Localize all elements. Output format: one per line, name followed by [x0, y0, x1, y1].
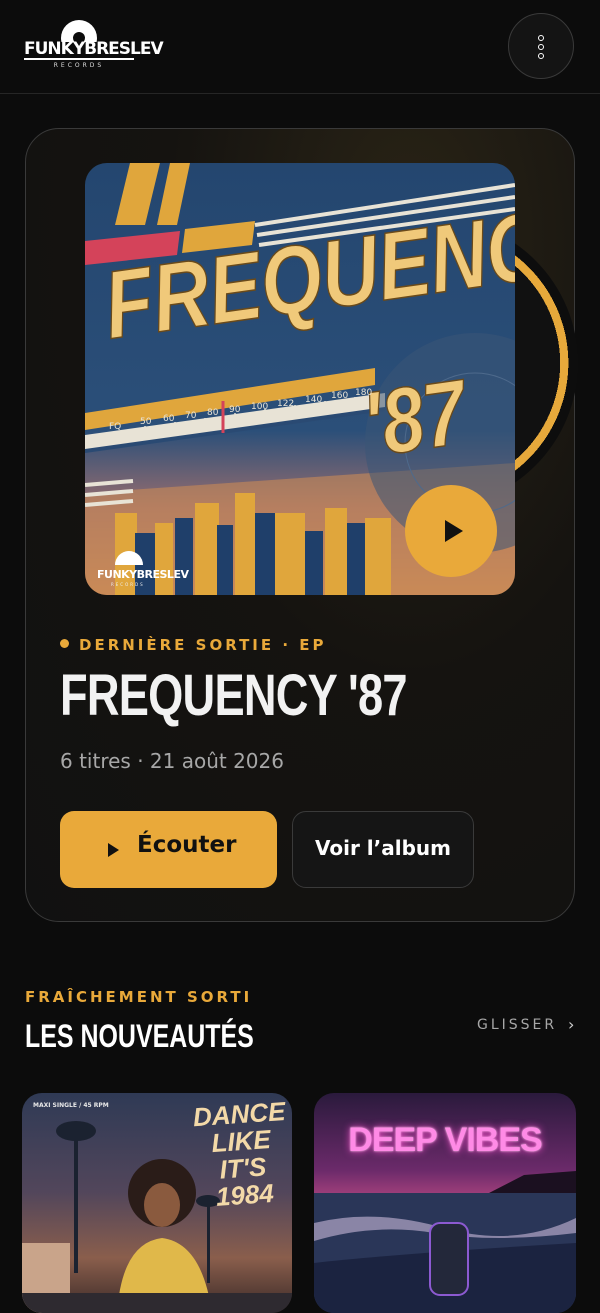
tile-format-label: MAXI SINGLE / 45 RPM: [33, 1102, 109, 1109]
cover-logo-text: FUNKYBRESLEV: [97, 568, 189, 581]
svg-text:100: 100: [251, 402, 268, 412]
view-album-label: Voir l’album: [314, 836, 451, 860]
release-eyebrow: DERNIÈRE SORTIE · EP: [60, 636, 327, 654]
more-menu-button[interactable]: [508, 13, 574, 79]
tile-title: DANCE LIKE IT'S 1984: [191, 1095, 287, 1212]
release-meta: 6 titres · 21 août 2026: [60, 749, 284, 773]
logo-subtitle: RECORDS: [53, 62, 105, 69]
svg-text:90: 90: [229, 405, 241, 415]
app-header: FUNKYBRESLEV RECORDS: [0, 0, 600, 94]
funkybreslev-logo[interactable]: FUNKYBRESLEV RECORDS: [24, 18, 164, 74]
cover-year-text: '87: [357, 360, 476, 476]
play-cover-button[interactable]: [405, 485, 497, 577]
svg-text:160: 160: [331, 391, 348, 401]
release-eyebrow-text: DERNIÈRE SORTIE · EP: [79, 636, 327, 654]
status-dot: [60, 639, 69, 648]
svg-text:60: 60: [163, 414, 175, 424]
listen-button[interactable]: Écouter: [60, 811, 277, 888]
section-eyebrow: FRAÎCHEMENT SORTI: [25, 988, 253, 1006]
svg-text:70: 70: [185, 411, 197, 421]
tile-title: DEEP VIBES: [348, 1121, 542, 1159]
chevron-right-icon[interactable]: ›: [568, 1015, 574, 1034]
play-icon: [108, 843, 119, 857]
svg-text:180: 180: [355, 388, 372, 398]
release-tile-dance-like-1984[interactable]: MAXI SINGLE / 45 RPM DANCE LIKE IT'S 198…: [22, 1093, 292, 1313]
svg-text:122: 122: [277, 399, 294, 409]
cover-logo-sub: RECORDS: [111, 582, 145, 587]
release-title: FREQUENCY '87: [60, 663, 408, 728]
svg-text:50: 50: [140, 417, 152, 427]
logo-wordmark: FUNKYBRESLEV: [24, 39, 164, 59]
view-album-button[interactable]: Voir l’album: [292, 811, 474, 888]
swipe-hint[interactable]: GLISSER: [477, 1017, 557, 1033]
listen-button-label: Écouter: [137, 832, 237, 858]
svg-text:FQ: FQ: [109, 422, 121, 432]
svg-text:140: 140: [305, 395, 322, 405]
release-tile-deep-vibes[interactable]: DEEP VIBES: [314, 1093, 576, 1313]
section-title: LES NOUVEAUTÉS: [25, 1018, 254, 1054]
logo-divider: [24, 58, 134, 60]
svg-text:80: 80: [207, 408, 219, 418]
